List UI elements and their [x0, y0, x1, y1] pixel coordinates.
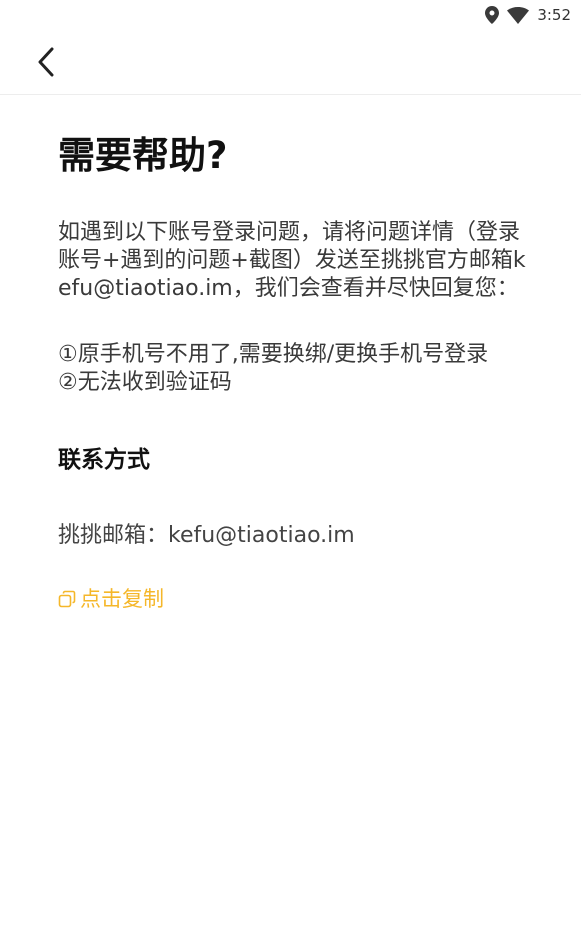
- help-content: 需要帮助? 如遇到以下账号登录问题，请将问题详情（登录账号+遇到的问题+截图）发…: [58, 95, 538, 613]
- issue-item-change-phone: ①原手机号不用了,需要换绑/更换手机号登录: [58, 342, 489, 367]
- back-chevron-icon: [38, 47, 54, 77]
- contact-section-title: 联系方式: [58, 447, 150, 473]
- copy-button-label: 点击复制: [80, 587, 164, 611]
- page-title: 需要帮助?: [58, 134, 228, 177]
- wifi-icon: [507, 6, 530, 24]
- intro-text: 如遇到以下账号登录问题，请将问题详情（登录账号+遇到的问题+截图）发送至挑挑官方…: [58, 220, 526, 301]
- location-icon: [485, 6, 500, 24]
- back-button[interactable]: [28, 44, 64, 80]
- contact-email: 挑挑邮箱：kefu@tiaotiao.im: [58, 523, 355, 548]
- status-time: 3:52: [537, 6, 571, 24]
- copy-email-button[interactable]: 点击复制: [58, 585, 164, 613]
- copy-icon: [58, 590, 76, 608]
- issue-item-no-code: ②无法收到验证码: [58, 370, 232, 395]
- status-bar: 3:52: [0, 0, 581, 30]
- app-bar: [0, 30, 581, 95]
- issue-list: ①原手机号不用了,需要换绑/更换手机号登录 ②无法收到验证码: [58, 341, 538, 397]
